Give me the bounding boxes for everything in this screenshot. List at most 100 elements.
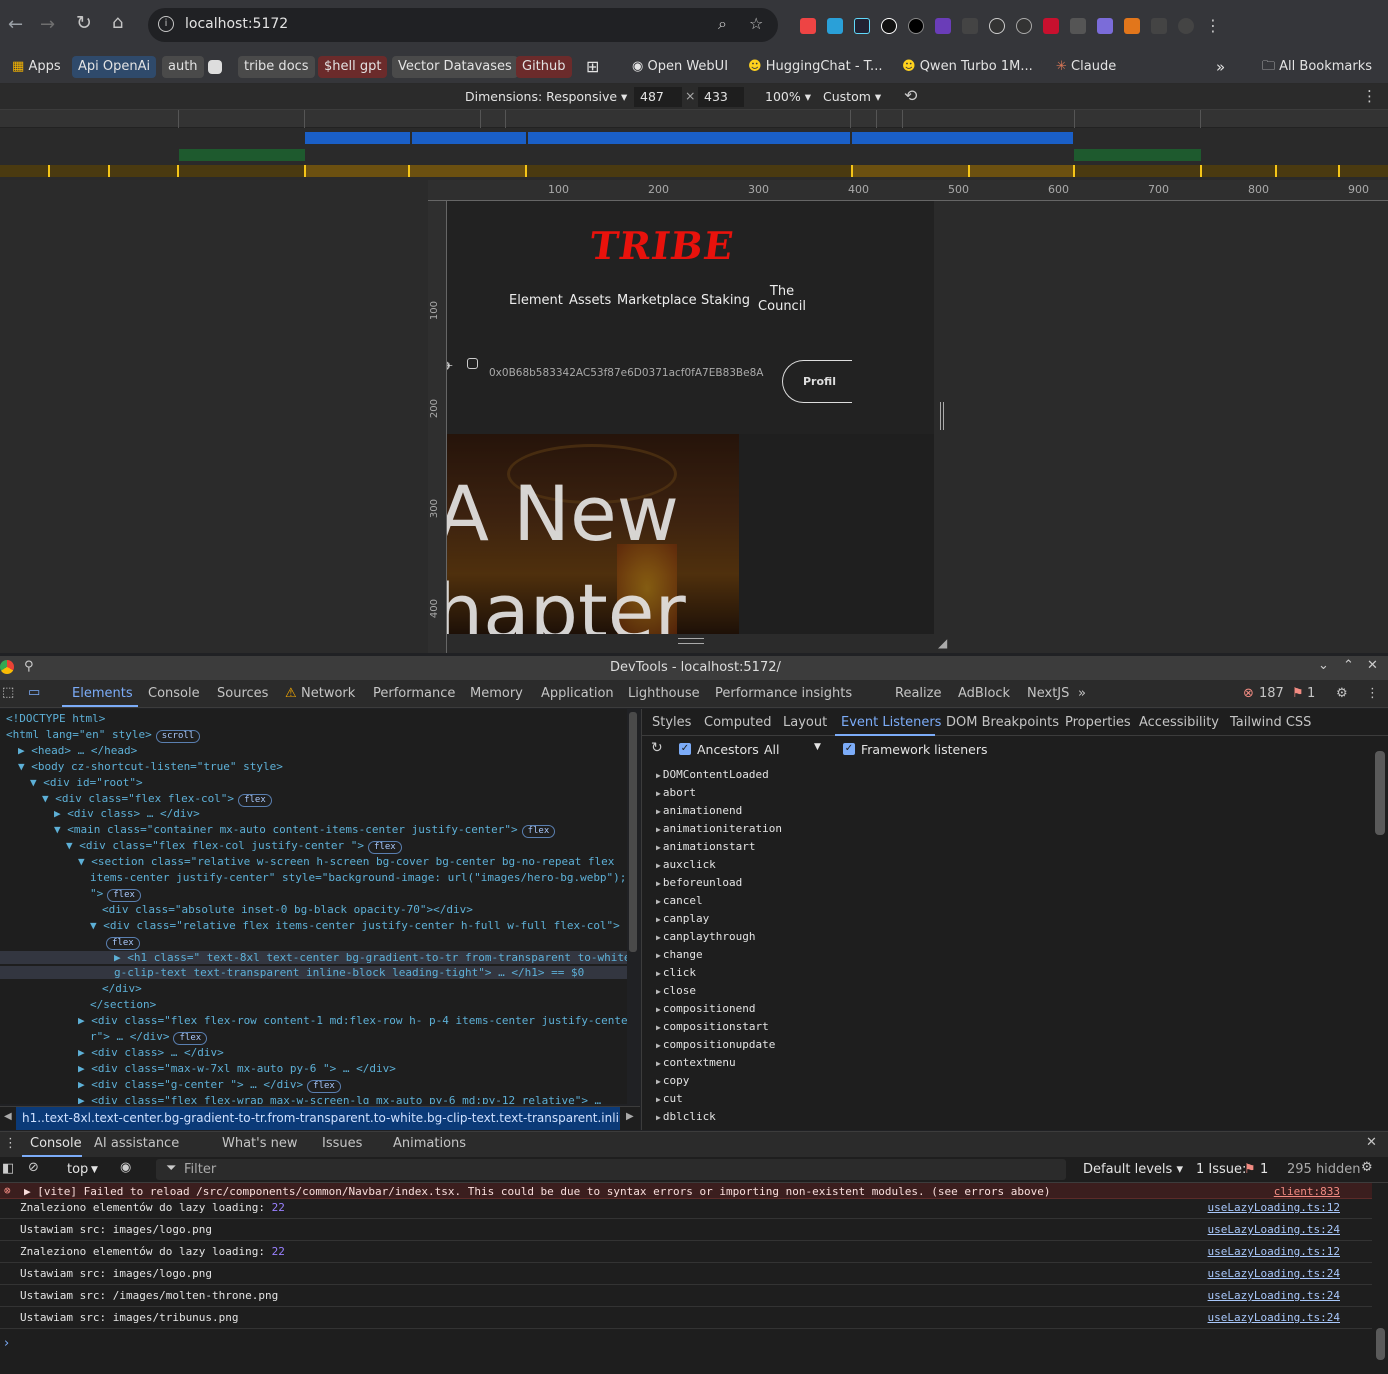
telegram-icon[interactable]: ✈ xyxy=(447,359,453,373)
layout-badge[interactable]: flex xyxy=(238,793,272,807)
issues-label[interactable]: 1 Issue: xyxy=(1196,1162,1246,1177)
console-log-row[interactable]: Ustawiam src: images/logo.png useLazyLoad… xyxy=(0,1263,1372,1285)
rotate-icon[interactable]: ⟲ xyxy=(904,86,917,105)
console-log-row[interactable]: Ustawiam src: images/logo.png useLazyLoad… xyxy=(0,1219,1372,1241)
bookmark-github[interactable]: Github xyxy=(516,56,572,78)
console-scrollbar[interactable] xyxy=(1376,1328,1385,1360)
profile-icon[interactable] xyxy=(1178,17,1194,34)
browser-menu-icon[interactable]: ⋮ xyxy=(1205,16,1221,35)
tab-sources[interactable]: Sources xyxy=(217,686,268,701)
tab-groups-icon[interactable]: ⊞ xyxy=(580,56,605,78)
console-filter-input[interactable]: ⏷ Filter xyxy=(156,1159,1066,1180)
dom-node-line[interactable]: ▼ <div class="flex flex-col"> flex xyxy=(42,792,272,807)
url-text[interactable]: localhost:5172 xyxy=(185,16,288,32)
bookmark-open-webui[interactable]: ◉ Open WebUI xyxy=(626,56,734,78)
event-listener-item[interactable]: canplay xyxy=(656,912,709,925)
tab-elements[interactable]: Elements xyxy=(72,686,133,701)
dom-node-line[interactable]: ▼ <div class="relative flex items-center… xyxy=(90,919,620,932)
bookmark-shell-gpt[interactable]: $hell gpt xyxy=(318,56,388,78)
all-select-arrow-icon[interactable]: ▼ xyxy=(814,742,821,752)
bookmark-auth[interactable]: auth xyxy=(162,56,204,78)
drawer-tab-console[interactable]: Console xyxy=(30,1136,82,1151)
event-listener-item[interactable]: canplaythrough xyxy=(656,930,756,943)
elements-scrollbar[interactable] xyxy=(629,712,637,952)
event-listener-item[interactable]: DOMContentLoaded xyxy=(656,768,769,781)
media-bar-green-right[interactable] xyxy=(1074,149,1201,161)
dom-node-line[interactable]: flex xyxy=(102,935,140,950)
elements-dom-tree[interactable]: <!DOCTYPE html> <html lang="en" style> scr… xyxy=(0,709,627,1104)
nav-assets[interactable]: Assets xyxy=(569,293,611,308)
resize-corner-icon[interactable]: ◢ xyxy=(938,636,947,650)
event-listener-item[interactable]: compositionstart xyxy=(656,1020,769,1033)
event-listener-item[interactable]: click xyxy=(656,966,696,979)
dom-node-line[interactable]: ▼ <main class="container mx-auto content… xyxy=(54,823,556,839)
nav-staking[interactable]: Staking xyxy=(701,293,750,308)
console-log-row[interactable]: Znaleziono elementów do lazy loading: 22… xyxy=(0,1241,1372,1263)
bookmark-api-openai[interactable]: Api OpenAi xyxy=(72,56,157,78)
github-icon[interactable] xyxy=(989,17,1005,34)
event-listener-item[interactable]: copy xyxy=(656,1074,690,1087)
console-source-link[interactable]: useLazyLoading.ts:24 xyxy=(1208,1289,1340,1302)
drawer-tab-ai[interactable]: AI assistance xyxy=(94,1136,179,1151)
tab-performance-insights[interactable]: Performance insights xyxy=(715,686,852,701)
dom-node-line[interactable]: ▼ <div id="root"> xyxy=(30,776,143,789)
s-extension-icon[interactable] xyxy=(1043,17,1059,34)
event-listener-item[interactable]: dblclick xyxy=(656,1110,716,1123)
color-picker-icon[interactable] xyxy=(1070,17,1086,34)
clear-console-icon[interactable]: ⊘ xyxy=(28,1160,39,1175)
event-listener-item[interactable]: beforeunload xyxy=(656,876,742,889)
breadcrumb-right-icon[interactable]: ▶ xyxy=(626,1111,634,1122)
layout-badge[interactable]: flex xyxy=(307,1079,341,1093)
event-listener-item[interactable]: compositionend xyxy=(656,1002,756,1015)
console-source-link[interactable]: useLazyLoading.ts:12 xyxy=(1208,1245,1340,1258)
tab-console[interactable]: Console xyxy=(148,686,200,701)
dimensions-select[interactable]: Dimensions: Responsive ▾ xyxy=(465,89,627,104)
console-source-link[interactable]: useLazyLoading.ts:24 xyxy=(1208,1311,1340,1324)
all-bookmarks[interactable]: 🗀 All Bookmarks xyxy=(1256,56,1378,78)
sidebar-tab-layout[interactable]: Layout xyxy=(783,715,827,730)
event-listener-item[interactable]: compositionupdate xyxy=(656,1038,776,1051)
bookmark-huggingchat[interactable]: ☻ HuggingChat - T... xyxy=(742,56,888,78)
settings-gear-icon[interactable]: ⚙ xyxy=(1336,686,1348,701)
framework-checkbox[interactable]: ✓ xyxy=(843,743,855,755)
console-prompt-icon[interactable]: › xyxy=(4,1336,9,1351)
tab-performance[interactable]: Performance xyxy=(373,686,455,701)
console-source-link[interactable]: useLazyLoading.ts:12 xyxy=(1208,1201,1340,1214)
tab-nextjs[interactable]: NextJS xyxy=(1027,686,1069,701)
zoom-select[interactable]: 100% ▾ xyxy=(765,89,811,104)
all-select[interactable]: All xyxy=(764,742,780,757)
width-input[interactable]: 487 xyxy=(634,87,682,107)
error-count[interactable]: 187 xyxy=(1259,686,1284,701)
dom-node-line[interactable]: ▶ <div class> … </div> xyxy=(54,807,200,820)
tab-memory[interactable]: Memory xyxy=(470,686,523,701)
console-source-link[interactable]: useLazyLoading.ts:24 xyxy=(1208,1223,1340,1236)
sidebar-scrollbar[interactable] xyxy=(1375,751,1385,835)
nav-element[interactable]: Element xyxy=(509,293,563,308)
tab-adblock[interactable]: AdBlock xyxy=(958,686,1010,701)
dom-node-line[interactable]: g-clip-text text-transparent inline-bloc… xyxy=(0,966,627,980)
dom-node-line[interactable]: ▶ <div class="flex flex-row content-1 md… xyxy=(78,1014,627,1027)
layout-badge[interactable]: flex xyxy=(368,841,402,855)
issue-count[interactable]: 1 xyxy=(1260,1162,1268,1177)
tab-realize[interactable]: Realize xyxy=(895,686,941,701)
extensions-puzzle-icon[interactable] xyxy=(1151,17,1167,34)
tab-network[interactable]: Network xyxy=(301,686,355,701)
close-drawer-icon[interactable]: ✕ xyxy=(1366,1135,1377,1150)
more-tabs-icon[interactable]: » xyxy=(1078,686,1086,701)
console-source-link[interactable]: useLazyLoading.ts:24 xyxy=(1208,1267,1340,1280)
media-bar-top[interactable] xyxy=(0,110,1388,128)
console-log-row[interactable]: Ustawiam src: images/tribunus.png useLazy… xyxy=(0,1307,1372,1329)
dom-node-line[interactable]: ▶ <div class> … </div> xyxy=(78,1046,224,1059)
ancestors-checkbox[interactable]: ✓ xyxy=(679,743,691,755)
next-extension-icon[interactable] xyxy=(908,17,924,34)
layout-badge[interactable]: flex xyxy=(106,936,140,950)
bookmark-tribe-docs[interactable]: tribe docs xyxy=(238,56,315,78)
sidebar-tab-styles[interactable]: Styles xyxy=(652,715,691,730)
media-bar-green-left[interactable] xyxy=(179,149,305,161)
sidebar-tab-computed[interactable]: Computed xyxy=(704,715,772,730)
dom-node-line[interactable]: ▶ <div class="g-center "> … </div> flex xyxy=(78,1078,341,1093)
drawer-tab-animations[interactable]: Animations xyxy=(393,1136,466,1151)
dom-node-line[interactable]: items-center justify-center" style="back… xyxy=(90,871,626,884)
sidebar-tab-event-listeners[interactable]: Event Listeners xyxy=(841,715,941,730)
tab-application[interactable]: Application xyxy=(541,686,614,701)
